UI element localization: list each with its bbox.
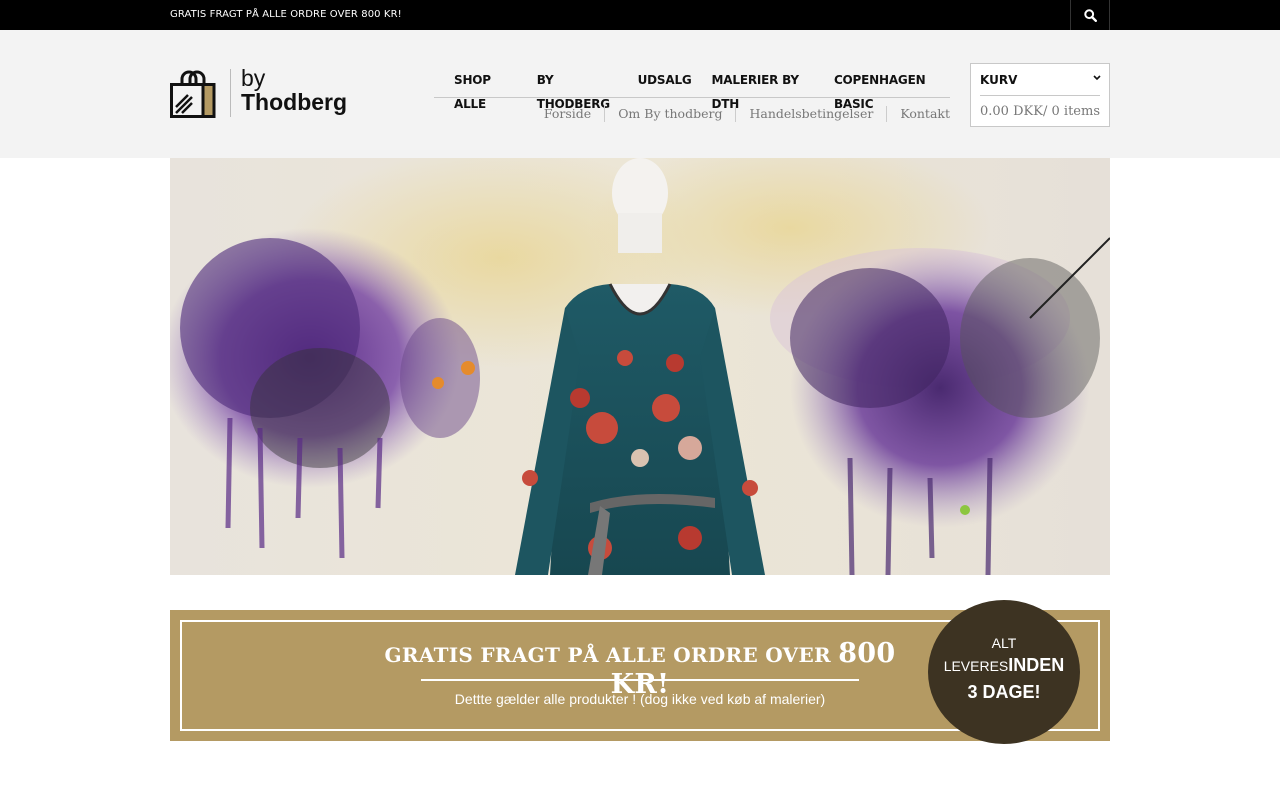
cart-divider: [980, 95, 1100, 96]
hero-image-dress-on-mannequin: [170, 158, 1110, 575]
logo-text-by: by: [241, 65, 266, 91]
search-icon: [1083, 8, 1097, 22]
badge-line1: ALT: [991, 635, 1017, 651]
delivery-badge: ALT LEVERESINDEN 3 DAGE!: [928, 600, 1080, 744]
nav-shop-alle[interactable]: SHOP ALLE: [434, 68, 517, 111]
free-shipping-message: GRATIS FRAGT PÅ ALLE ORDRE OVER 800 KR!: [170, 9, 402, 20]
promo-headline-prefix: GRATIS FRAGT PÅ ALLE ORDRE OVER: [384, 643, 839, 667]
subnav-forside[interactable]: Forside: [531, 106, 604, 122]
cart-item-count: / 0 items: [1043, 104, 1100, 119]
logo-text-name: Thodberg: [241, 89, 348, 115]
subnav-om-by-thodberg[interactable]: Om By thodberg: [604, 106, 735, 122]
badge-line2: LEVERESINDEN: [928, 655, 1080, 676]
nav-copenhagen-basic[interactable]: COPENHAGEN BASIC: [814, 68, 950, 111]
hero-banner[interactable]: [170, 158, 1110, 575]
subnav-handelsbetingelser[interactable]: Handelsbetingelser: [735, 106, 886, 122]
top-announcement-bar: GRATIS FRAGT PÅ ALLE ORDRE OVER 800 KR!: [0, 0, 1280, 30]
site-logo[interactable]: by Thodberg: [170, 65, 360, 121]
nav-malerier-by-dth[interactable]: MALERIER BY DTH: [692, 68, 814, 111]
badge-line2-small: LEVERES: [943, 658, 1009, 674]
secondary-navigation: Forside Om By thodberg Handelsbetingelse…: [520, 104, 950, 124]
badge-line3: 3 DAGE!: [967, 682, 1041, 702]
search-button[interactable]: [1070, 0, 1110, 30]
nav-by-thodberg[interactable]: BY THODBERG: [517, 68, 618, 111]
logo-divider: [230, 69, 231, 117]
promo-subtext: Dettte gælder alle produkter ! (dog ikke…: [454, 691, 826, 707]
chevron-down-icon[interactable]: [1093, 72, 1101, 84]
cart-title: KURV: [980, 73, 1018, 87]
main-navigation: SHOP ALLE BY THODBERG UDSALG MALERIER BY…: [434, 68, 950, 111]
nav-udsalg[interactable]: UDSALG: [618, 68, 692, 97]
badge-line2-big: INDEN: [1008, 655, 1065, 675]
cart-widget[interactable]: KURV 0.00 DKK / 0 items: [970, 63, 1110, 127]
subnav-kontakt[interactable]: Kontakt: [886, 106, 950, 122]
site-header: by Thodberg SHOP ALLE BY THODBERG UDSALG…: [0, 30, 1280, 158]
promo-divider: [421, 679, 859, 681]
cart-total: 0.00 DKK: [980, 104, 1043, 119]
shopping-bag-icon: [170, 70, 216, 118]
